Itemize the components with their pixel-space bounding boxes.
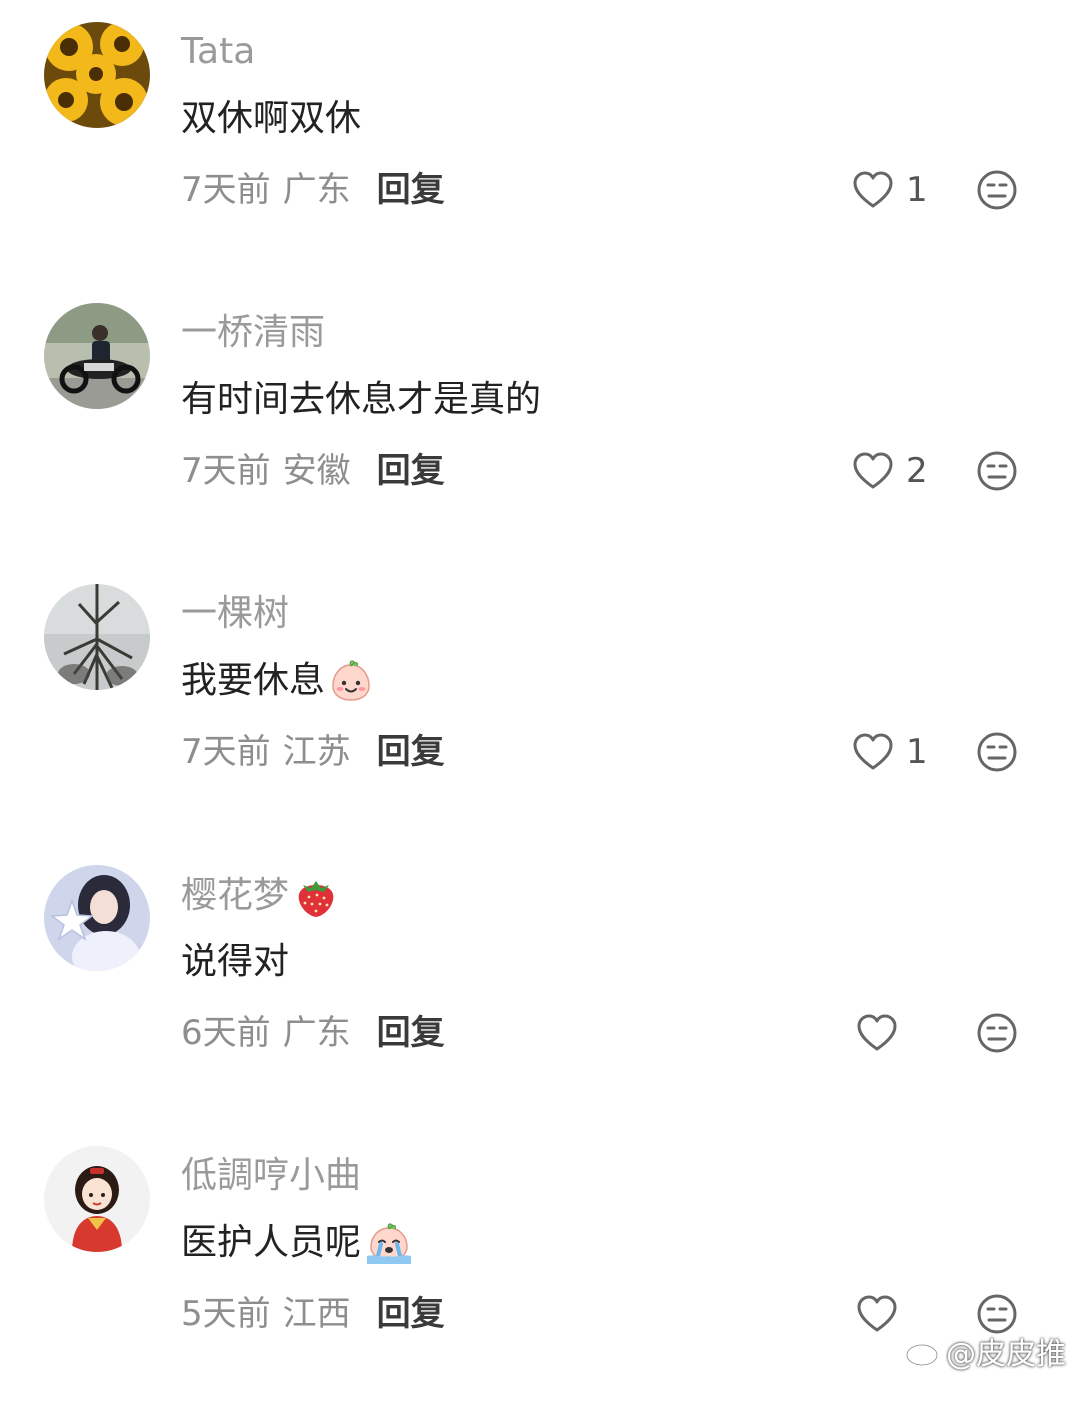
comment-region: 广东 <box>282 1013 351 1053</box>
like-button[interactable] <box>856 1011 910 1055</box>
comment-time: 6天前 <box>181 1013 271 1053</box>
comment-item: 一桥清雨 有时间去休息才是真的 7天前 安徽 回复 2 <box>0 281 1080 562</box>
comment-item: Tata 双休啊双休 7天前 广东 回复 1 <box>0 0 1080 281</box>
cartoon-girl-avatar[interactable] <box>44 1146 150 1252</box>
reply-button[interactable]: 回复 <box>377 730 445 774</box>
like-count: 1 <box>906 732 928 772</box>
comment-body: 有时间去休息才是真的 <box>181 379 542 420</box>
motorcycle-rider-avatar[interactable] <box>44 303 150 409</box>
comment-meta: 7天前 广东 回复 <box>181 168 445 212</box>
username-text[interactable]: 一桥清雨 <box>181 311 325 355</box>
comment-time: 5天前 <box>181 1294 271 1334</box>
strawberry-emoji <box>298 881 334 917</box>
crying-peach-emoji <box>367 1223 412 1264</box>
smiling-peach-emoji <box>332 660 370 701</box>
like-button[interactable]: 1 <box>852 730 928 774</box>
heart-icon <box>857 1014 897 1051</box>
username[interactable]: Tata <box>181 30 255 74</box>
comment-meta: 7天前 江苏 回复 <box>181 730 445 774</box>
comment-time: 7天前 <box>181 451 271 491</box>
reply-button[interactable]: 回复 <box>377 449 445 493</box>
dislike-face-icon[interactable] <box>976 1012 1018 1054</box>
sunflower-avatar[interactable] <box>44 22 150 128</box>
comment-region: 江苏 <box>282 732 351 772</box>
comment-meta: 7天前 安徽 回复 <box>181 449 445 493</box>
comment-time: 7天前 <box>181 732 271 772</box>
comment-region: 安徽 <box>282 451 351 491</box>
username-text[interactable]: 樱花梦 <box>181 874 289 918</box>
comment-region: 江西 <box>282 1294 351 1334</box>
username[interactable]: 樱花梦 <box>181 873 339 919</box>
heart-icon <box>853 171 893 208</box>
comment-body: 双休啊双休 <box>181 98 362 139</box>
reply-button[interactable]: 回复 <box>377 1011 445 1055</box>
like-count: 2 <box>906 451 928 491</box>
username-text[interactable]: 低調哼小曲 <box>181 1154 361 1198</box>
like-button[interactable] <box>856 1292 910 1336</box>
comment-region: 广东 <box>282 170 351 210</box>
girl-with-star-avatar[interactable] <box>44 865 150 971</box>
heart-icon <box>853 733 893 770</box>
comment-text: 有时间去休息才是真的 <box>181 377 541 423</box>
comment-item: 樱花梦 说得对 6天前 广东 回复 <box>0 843 1080 1124</box>
username[interactable]: 一棵树 <box>181 592 289 636</box>
comment-body: 我要休息 <box>181 660 326 701</box>
comment-meta: 6天前 广东 回复 <box>181 1011 445 1055</box>
heart-icon <box>857 1295 897 1332</box>
comment-body: 说得对 <box>181 941 290 982</box>
reply-button[interactable]: 回复 <box>377 1292 445 1336</box>
tree-reflection-avatar[interactable] <box>44 584 150 690</box>
comment-meta: 5天前 江西 回复 <box>181 1292 445 1336</box>
dislike-face-icon[interactable] <box>976 731 1018 773</box>
like-count: 1 <box>906 170 928 210</box>
comment-text: 说得对 <box>181 939 289 985</box>
dislike-face-icon[interactable] <box>976 450 1018 492</box>
watermark: @皮皮推 <box>904 1329 1066 1373</box>
reply-button[interactable]: 回复 <box>377 168 445 212</box>
comment-item: 一棵树 我要休息 7天前 江苏 回复 1 <box>0 562 1080 843</box>
username-text[interactable]: Tata <box>181 30 255 74</box>
comment-body: 医护人员呢 <box>181 1222 362 1263</box>
username[interactable]: 一桥清雨 <box>181 311 325 355</box>
comment-text: 医护人员呢 <box>181 1220 413 1266</box>
comment-text: 我要休息 <box>181 658 373 704</box>
comment-time: 7天前 <box>181 170 271 210</box>
dislike-face-icon[interactable] <box>976 169 1018 211</box>
like-button[interactable]: 2 <box>852 449 928 493</box>
weibo-icon <box>905 1338 944 1367</box>
username-text[interactable]: 一棵树 <box>181 592 289 636</box>
username[interactable]: 低調哼小曲 <box>181 1154 361 1198</box>
heart-icon <box>853 452 893 489</box>
like-button[interactable]: 1 <box>852 168 928 212</box>
watermark-text: @皮皮推 <box>946 1337 1066 1372</box>
comment-text: 双休啊双休 <box>181 96 361 142</box>
